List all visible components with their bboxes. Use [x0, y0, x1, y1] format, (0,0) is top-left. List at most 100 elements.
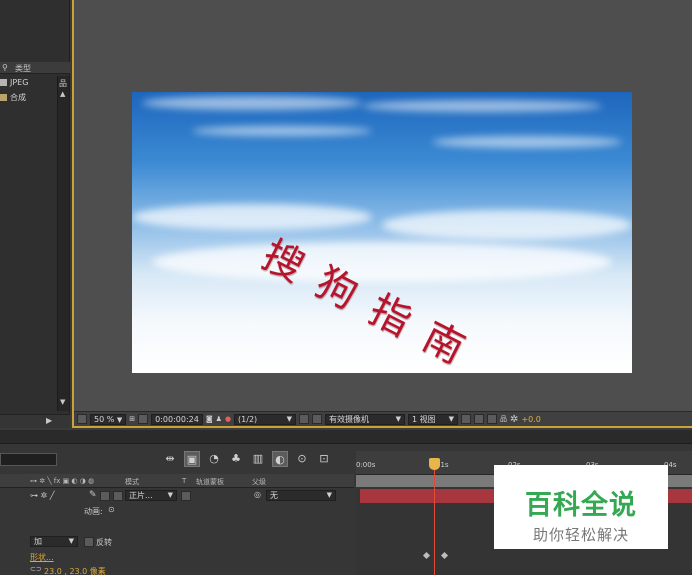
mask-mode-value: 加 — [34, 537, 42, 546]
project-footer: ▶ — [0, 414, 70, 428]
animate-row: 动画: ⊙ — [0, 504, 354, 518]
link-icon[interactable]: ⊂⊃ — [30, 565, 42, 573]
invert-label: 反转 — [96, 538, 112, 547]
switch-icons: ⊶ ✲ ╲ fx ▣ ◐ ◑ ◍ — [30, 477, 95, 485]
cloud — [132, 204, 372, 230]
cloud — [362, 100, 602, 112]
comp-mini-flowchart-icon[interactable]: ⇹ — [162, 451, 178, 467]
parent-value: 无 — [270, 491, 278, 500]
motion-blur-icon[interactable]: ◐ — [272, 451, 288, 467]
cloud — [142, 96, 362, 110]
invert-checkbox[interactable] — [84, 537, 94, 547]
chevron-down-icon: ▼ — [167, 491, 173, 499]
timecode[interactable]: 0:00:00:24 — [151, 413, 203, 425]
label-swatch — [0, 94, 7, 101]
project-item-type: 合成 — [10, 93, 26, 102]
timeline-column-headers: ⊶ ✲ ╲ fx ▣ ◐ ◑ ◍ 模式 T 轨道蒙板 父级 — [0, 474, 354, 488]
camera-select[interactable]: 有效摄像机 ▼ — [325, 413, 406, 425]
timeline-icon[interactable] — [487, 414, 498, 424]
zoom-select[interactable]: 50 % ▼ — [90, 413, 127, 425]
chevron-down-icon: ▼ — [286, 414, 293, 423]
current-time-indicator-head[interactable] — [429, 458, 440, 470]
live-update-icon[interactable]: ▣ — [184, 451, 200, 467]
grid-icon[interactable]: ⊞ — [129, 415, 135, 423]
label-swatch — [0, 79, 7, 86]
timeline-search-input[interactable] — [0, 453, 57, 466]
graph-editor-icon[interactable]: ⊙ — [294, 451, 310, 467]
feather-values[interactable]: 23.0 , 23.0 像素 — [44, 566, 106, 575]
trkmat-column-header: 轨道蒙板 — [196, 478, 224, 486]
show-snapshot-icon[interactable]: ♟ — [216, 415, 222, 423]
project-item-type: JPEG — [10, 78, 29, 87]
project-panel: ⚲ 类型 JPEG 合成 品 ▲ ▼ ▶ — [0, 0, 70, 428]
feather-row: ⊂⊃ 23.0 , 23.0 像素 — [0, 564, 354, 575]
chevron-down-icon: ▼ — [68, 537, 74, 545]
draft-3d-icon[interactable]: ◔ — [206, 451, 222, 467]
chevron-down-icon: ▼ — [116, 415, 123, 424]
scroll-up-icon[interactable]: ▲ — [60, 90, 65, 98]
t-column-header: T — [182, 477, 187, 485]
parent-select[interactable]: 无 ▼ — [266, 490, 336, 501]
project-item[interactable]: 合成 — [0, 92, 26, 103]
keyframe[interactable] — [422, 551, 431, 560]
watermark-subtitle: 助你轻松解决 — [532, 526, 629, 544]
mode-column-header: 模式 — [125, 478, 139, 486]
channels-icon[interactable]: ● — [225, 415, 231, 423]
layer-row[interactable]: ⊶ ✲ ╱ ✎ 正片... ▼ ◎ 无 ▼ — [0, 489, 354, 503]
views-value: 1 视图 — [412, 414, 436, 424]
watermark: 百科全说 助你轻松解决 — [494, 465, 668, 549]
animate-label: 动画: — [84, 507, 103, 516]
switch-box[interactable] — [113, 491, 123, 501]
exposure-value[interactable]: +0.0 — [521, 415, 540, 424]
region-of-interest-icon[interactable] — [299, 414, 310, 424]
parent-column-header: 父级 — [252, 478, 266, 486]
tag-icon: ⚲ — [2, 63, 8, 72]
project-item[interactable]: JPEG — [0, 78, 28, 87]
pick-whip-icon[interactable]: ◎ — [254, 490, 261, 499]
watermark-title: 百科全说 — [525, 490, 637, 521]
resolution-value: (1/2) — [238, 414, 258, 424]
shy-layers-icon[interactable]: ♣ — [228, 451, 244, 467]
chevron-down-icon: ▼ — [326, 491, 332, 499]
hierarchy-icon: 品 — [59, 79, 67, 88]
toggle-pixel-aspect-icon[interactable] — [461, 414, 472, 424]
project-header: ⚲ 类型 — [0, 62, 70, 74]
brainstorm-icon[interactable]: ⊡ — [316, 451, 332, 467]
type-column-header: 类型 — [15, 64, 31, 73]
layer-mode-value: 正片... — [129, 491, 153, 500]
add-animator-icon[interactable]: ⊙ — [108, 505, 115, 514]
trkmat-select[interactable] — [181, 491, 191, 501]
path-value[interactable]: 形状... — [30, 552, 54, 563]
path-row: 形状... — [0, 550, 354, 564]
cloud — [192, 126, 372, 136]
resolution-select[interactable]: (1/2) ▼ — [234, 413, 297, 425]
mask-mode-select[interactable]: 加 ▼ — [30, 536, 78, 547]
camera-snapshot-icon[interactable]: ◙ — [206, 415, 213, 423]
scroll-right-icon[interactable]: ▶ — [46, 416, 52, 425]
layer-switch-icons: ⊶ ✲ ╱ — [30, 491, 55, 500]
fast-previews-icon[interactable] — [474, 414, 485, 424]
pen-icon[interactable]: ✎ — [89, 490, 97, 500]
mask-row: 加 ▼ 反转 — [0, 535, 354, 549]
flowchart-icon[interactable]: 品 — [500, 414, 507, 424]
transparency-grid-icon[interactable] — [312, 414, 323, 424]
layer-mode-select[interactable]: 正片... ▼ — [125, 490, 177, 501]
cloud — [432, 136, 622, 148]
composition-canvas[interactable]: 搜狗指南 — [132, 92, 632, 373]
scroll-down-icon[interactable]: ▼ — [60, 398, 65, 406]
switch-box[interactable] — [100, 491, 110, 501]
frame-blending-icon[interactable]: ▥ — [250, 451, 266, 467]
views-select[interactable]: 1 视图 ▼ — [408, 413, 459, 425]
safe-margins-icon[interactable] — [138, 414, 149, 424]
chevron-down-icon: ▼ — [395, 414, 402, 423]
viewer-toolbar: 50 % ▼ ⊞ 0:00:00:24 ◙ ♟ ● (1/2) ▼ 有效摄像机 … — [74, 411, 692, 426]
current-time-indicator[interactable] — [434, 458, 435, 575]
timeline-tab-bar — [0, 430, 692, 444]
timeline-switches: ⇹ ▣ ◔ ♣ ▥ ◐ ⊙ ⊡ — [162, 451, 332, 467]
chevron-down-icon: ▼ — [448, 414, 455, 423]
exposure-icon[interactable]: ✲ — [510, 414, 518, 425]
always-preview-icon[interactable] — [77, 414, 87, 424]
keyframe[interactable] — [440, 551, 449, 560]
camera-value: 有效摄像机 — [329, 414, 370, 424]
project-scrollbar[interactable]: 品 ▲ ▼ — [57, 76, 69, 411]
